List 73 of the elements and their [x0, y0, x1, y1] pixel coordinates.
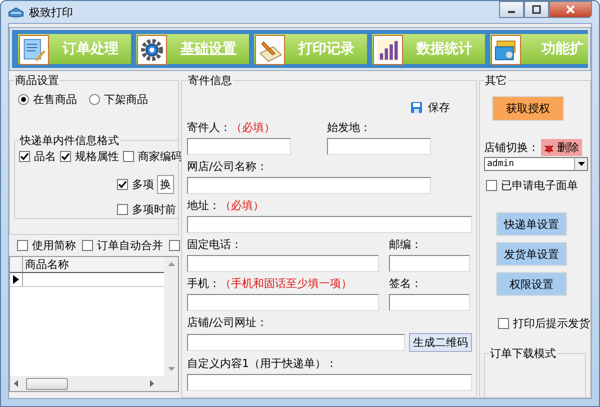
radio-button[interactable]: 下架商品 [89, 92, 148, 107]
input-field[interactable] [389, 255, 470, 272]
settings-button[interactable]: 快递单设置 [496, 212, 567, 236]
field-label: 签名： [389, 276, 422, 291]
field-label: 自定义内容1（用于快递单）： [187, 356, 337, 371]
required-note: （手机和固话至少填一项） [220, 276, 352, 291]
group-title: 寄件信息 [187, 74, 233, 88]
input-field[interactable] [327, 138, 431, 155]
minimize-button[interactable] [499, 1, 524, 18]
checkbox[interactable]: 已申请电子面单 [486, 178, 578, 193]
checkbox[interactable]: 使用简称 [17, 238, 76, 253]
input-field[interactable] [187, 255, 379, 272]
required-note: （必填） [220, 198, 264, 213]
close-icon [566, 5, 575, 14]
bar-chart-icon [375, 37, 401, 63]
checkbox[interactable]: 打印后提示发货 [498, 316, 590, 331]
field-label: 网店/公司名称： [187, 159, 268, 174]
text-field[interactable]: 换 [157, 175, 174, 194]
group-title: 订单下载模式 [489, 346, 557, 361]
check-icon [61, 152, 70, 161]
input-field[interactable] [187, 177, 431, 194]
checkbox[interactable] [169, 238, 180, 253]
right-arrow-icon [150, 380, 154, 387]
group-title: 商品设置 [14, 73, 60, 88]
gear-icon [139, 37, 165, 63]
group-title: 快递单内件信息格式 [19, 133, 120, 148]
checkbox[interactable]: 多项 [117, 177, 154, 192]
checkbox[interactable]: 品名 [19, 149, 56, 164]
input-field[interactable] [187, 334, 405, 351]
field-label: 寄件人： [187, 120, 231, 135]
check-icon [118, 180, 127, 189]
field-label: 地址： [187, 198, 220, 213]
radio-button[interactable]: 在售商品 [18, 92, 77, 107]
bug-icon [544, 142, 554, 152]
check-icon [20, 152, 29, 161]
authorize-button[interactable]: 获取授权 [492, 96, 564, 121]
delete-button[interactable]: 删除 [541, 139, 582, 156]
save-button[interactable]: 保存 [411, 100, 450, 115]
generate-qr-button[interactable]: 生成二维码 [409, 333, 472, 352]
document-icon [21, 37, 47, 63]
settings-button[interactable]: 发货单设置 [496, 242, 567, 266]
input-field[interactable] [389, 294, 470, 311]
input-field[interactable] [187, 138, 291, 155]
close-button[interactable] [549, 1, 592, 18]
left-arrow-icon [14, 380, 18, 387]
store-label: 店铺切换： [484, 140, 539, 155]
store-dropdown[interactable]: admin [484, 157, 588, 171]
group-title: 其它 [484, 74, 508, 88]
checkbox[interactable]: 多项时前 [117, 202, 176, 217]
radio-dot-icon [21, 97, 26, 102]
settings-button[interactable]: 权限设置 [496, 272, 567, 296]
required-note: （必填） [231, 120, 275, 135]
maximize-button[interactable] [524, 1, 549, 18]
input-field[interactable] [187, 374, 472, 391]
pointer-icon [13, 275, 19, 284]
window-title: 极致打印 [29, 4, 73, 20]
field-label: 手机： [187, 276, 220, 291]
app-icon [8, 6, 24, 18]
vertical-scrollbar[interactable] [164, 257, 178, 376]
scroll-thumb[interactable] [26, 378, 68, 390]
field-label: 店铺/公司网址： [187, 315, 268, 330]
field-label: 固定电话： [187, 237, 242, 252]
down-arrow-icon [168, 367, 174, 371]
checkbox[interactable]: 规格属性 [60, 149, 119, 164]
checkbox[interactable]: 订单自动合并 [82, 238, 163, 253]
field-label: 始发地： [327, 120, 371, 135]
input-field[interactable] [187, 294, 379, 311]
up-arrow-icon [168, 262, 174, 266]
horizontal-scrollbar[interactable] [10, 376, 178, 391]
input-field[interactable] [187, 216, 472, 233]
maximize-icon [532, 5, 541, 14]
dropdown-arrow-icon [578, 162, 584, 166]
field-label: 邮编： [389, 237, 422, 252]
